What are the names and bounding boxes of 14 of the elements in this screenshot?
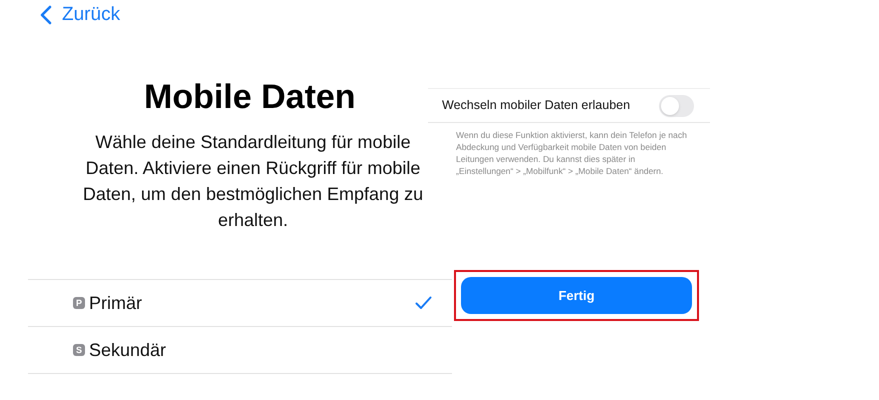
line-option[interactable]: P Primär bbox=[28, 280, 452, 327]
description-text: Wähle deine Standardleitung für mobile Daten. Aktiviere einen Rückgriff für mobile Daten, um den bestmöglichen Empfang zu erhalten. bbox=[82, 131, 424, 232]
line-label: Sekundär bbox=[89, 338, 166, 362]
switch-label: Wechseln mobiler Daten erlauben bbox=[442, 97, 630, 114]
toggle-switch[interactable] bbox=[659, 94, 694, 116]
page-title: Mobile Daten bbox=[144, 77, 356, 117]
line-option[interactable]: S Sekundär bbox=[28, 327, 452, 374]
line-badge: P bbox=[73, 297, 85, 309]
back-link[interactable]: Zurück bbox=[40, 3, 120, 27]
footnote-text: Wenn du diese Funktion aktivierst, kann dein Telefon je nach Abdeckung und Verfügbarkeit mobile Daten von beiden Leitungen verwenden. Du kannst dies später in „Einstellungen“ > „Mobilfunk“ > „Mobile Daten“ ändern. bbox=[455, 129, 688, 177]
line-badge: S bbox=[73, 344, 85, 356]
line-label: Primär bbox=[89, 292, 142, 314]
done-button[interactable]: Fertig bbox=[461, 277, 692, 314]
chevron-left-icon bbox=[40, 5, 52, 25]
